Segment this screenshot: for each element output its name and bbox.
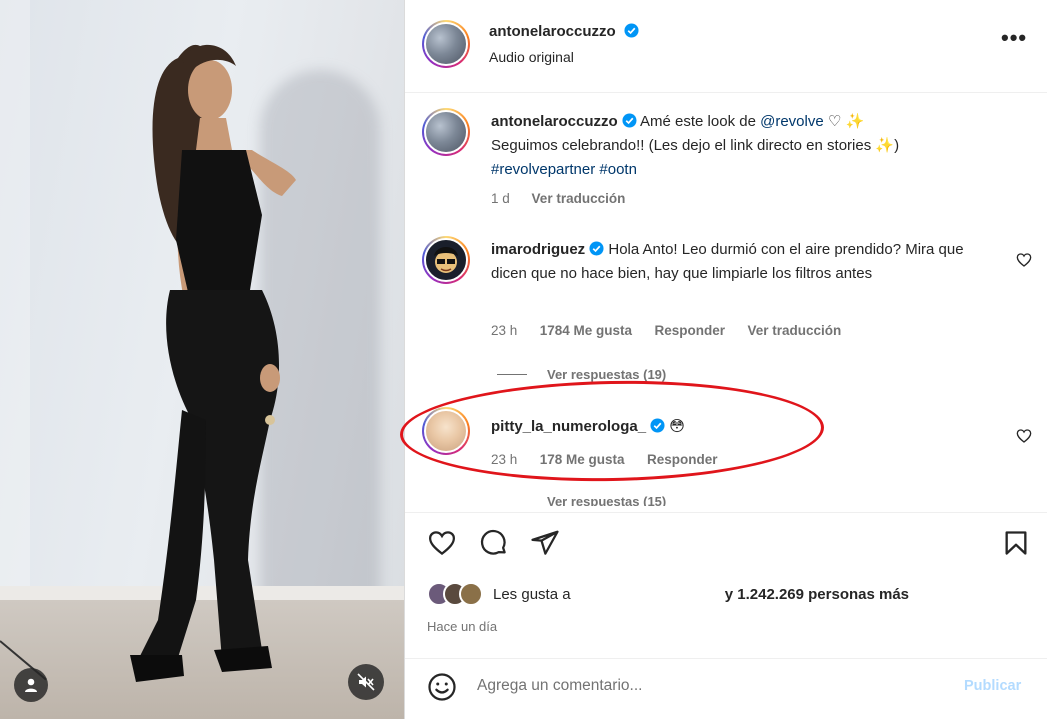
comment-text: pitty_la_numerologa_ 😳 xyxy=(491,415,991,439)
commenter-avatar[interactable] xyxy=(422,236,470,284)
author-username-text: antonelaroccuzzo xyxy=(489,23,616,40)
liker-avatar xyxy=(459,582,483,606)
likes-text: Les gusta a y 1.242.269 personas más xyxy=(493,586,909,603)
header-divider xyxy=(405,92,1047,93)
comment-text: imarodriguez Hola Anto! Leo durmió con e… xyxy=(491,238,991,286)
smiley-icon xyxy=(428,673,456,701)
view-replies-button[interactable]: Ver respuestas (19) xyxy=(497,367,666,382)
post-timestamp[interactable]: Hace un día xyxy=(427,619,497,634)
comment-likes-count[interactable]: 178 Me gusta xyxy=(540,452,625,467)
cartoon-face-icon xyxy=(434,247,458,273)
bookmark-icon xyxy=(1005,531,1027,555)
tagged-users-button[interactable] xyxy=(14,668,48,702)
likes-prefix: Les gusta a xyxy=(493,585,571,603)
comment-input[interactable] xyxy=(477,677,947,695)
view-replies-label: Ver respuestas (15) xyxy=(547,494,667,506)
paper-plane-icon xyxy=(531,530,559,555)
reply-button[interactable]: Responder xyxy=(647,452,718,467)
post-video[interactable] xyxy=(0,0,404,719)
comment-like-button[interactable] xyxy=(1016,252,1032,273)
emoji-picker-button[interactable] xyxy=(427,672,457,707)
caption-text-1: Amé este look de xyxy=(640,113,761,130)
post-details-panel: antonelaroccuzzo Audio original ••• anto… xyxy=(405,0,1047,719)
redacted-username xyxy=(575,588,725,602)
comment-bubble-icon xyxy=(480,529,506,555)
caption-username[interactable]: antonelaroccuzzo xyxy=(491,113,618,130)
caption-avatar-photo xyxy=(424,110,468,154)
comment-meta: 23 h 178 Me gusta Responder xyxy=(491,451,736,469)
view-replies-label: Ver respuestas (19) xyxy=(547,367,667,382)
comment-likes-count[interactable]: 1784 Me gusta xyxy=(540,323,632,338)
comments-divider xyxy=(405,512,1047,513)
more-options-button[interactable]: ••• xyxy=(1001,25,1028,50)
publish-button[interactable]: Publicar xyxy=(964,678,1021,694)
mute-button[interactable] xyxy=(348,664,384,700)
heart-icon xyxy=(428,531,456,556)
verified-badge-icon xyxy=(624,23,639,38)
add-comment-bar: Publicar xyxy=(405,658,1047,719)
comment-time[interactable]: 23 h xyxy=(491,323,517,338)
commenter-avatar-photo xyxy=(424,409,468,453)
view-replies-button[interactable]: Ver respuestas (15) xyxy=(497,494,666,506)
mention-link[interactable]: @revolve xyxy=(760,113,824,130)
verified-badge-icon xyxy=(650,418,665,433)
replies-line xyxy=(497,374,527,375)
translate-button[interactable]: Ver traducción xyxy=(747,323,841,338)
caption-text: antonelaroccuzzo Amé este look de @revol… xyxy=(491,110,1031,182)
heart-icon xyxy=(1016,429,1032,443)
like-button[interactable] xyxy=(427,528,457,563)
woman-figure xyxy=(130,44,296,682)
share-button[interactable] xyxy=(530,528,560,563)
user-icon xyxy=(25,678,37,692)
post-header: antonelaroccuzzo Audio original ••• xyxy=(405,0,1047,92)
caption-time[interactable]: 1 d xyxy=(491,191,510,206)
heart-icon xyxy=(1016,253,1032,267)
likes-count[interactable]: y 1.242.269 personas más xyxy=(725,586,909,603)
audio-link[interactable]: Audio original xyxy=(489,49,574,65)
caption-emoji-1: ♡ ✨ xyxy=(827,113,865,130)
reply-button[interactable]: Responder xyxy=(654,323,725,338)
caption-emoji-2: ✨ xyxy=(875,137,895,154)
save-button[interactable] xyxy=(1002,528,1030,563)
caption-text-2: Seguimos celebrando!! (Les dejo el link … xyxy=(491,137,876,154)
author-avatar[interactable] xyxy=(422,20,470,68)
commenter-avatar-cartoon xyxy=(424,238,468,282)
caption-text-2-end: ) xyxy=(894,137,900,154)
comment-emoji: 😳 xyxy=(669,418,685,435)
caption-author-avatar[interactable] xyxy=(422,108,470,156)
commenter-username[interactable]: pitty_la_numerologa_ xyxy=(491,418,646,435)
commenter-avatar[interactable] xyxy=(422,407,470,455)
commenter-username[interactable]: imarodriguez xyxy=(491,241,585,258)
author-username[interactable]: antonelaroccuzzo xyxy=(489,23,639,40)
comment-like-button[interactable] xyxy=(1016,428,1032,449)
hashtag-links[interactable]: #revolvepartner #ootn xyxy=(491,161,637,178)
caption-translate-button[interactable]: Ver traducción xyxy=(532,191,626,206)
speaker-muted-icon xyxy=(357,673,375,691)
comment-time[interactable]: 23 h xyxy=(491,452,517,467)
caption-meta: 1 d Ver traducción xyxy=(491,191,643,206)
verified-badge-icon xyxy=(589,241,604,256)
likes-summary[interactable]: Les gusta a y 1.242.269 personas más xyxy=(427,582,909,606)
author-avatar-photo xyxy=(424,22,468,66)
more-horizontal-icon: ••• xyxy=(1001,25,1028,50)
verified-badge-icon xyxy=(622,113,637,128)
comment-meta: 23 h 1784 Me gusta Responder Ver traducc… xyxy=(491,322,859,340)
comment-button[interactable] xyxy=(479,528,509,563)
